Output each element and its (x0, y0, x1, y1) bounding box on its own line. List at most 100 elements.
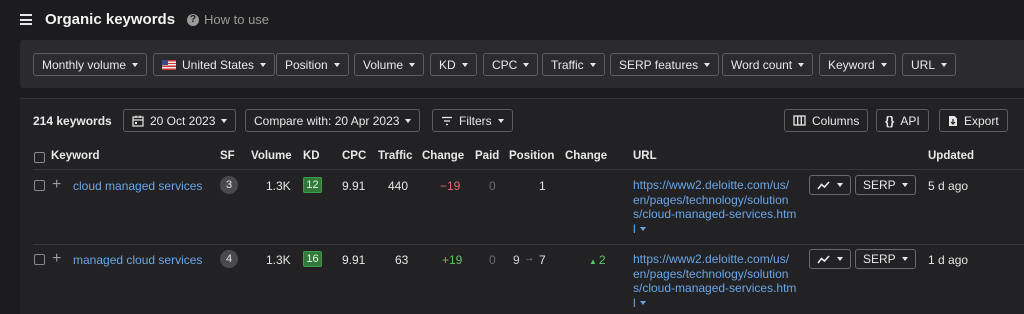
col-position[interactable]: Position (509, 150, 554, 162)
chevron-down-icon (523, 62, 530, 67)
api-button[interactable]: {} API (876, 109, 929, 132)
date-picker[interactable]: 20 Oct 2023 (123, 109, 237, 132)
filter-label: URL (911, 57, 936, 72)
col-volume[interactable]: Volume (251, 150, 292, 162)
filter-icon (441, 116, 453, 126)
help-icon: ? (187, 13, 199, 26)
add-keyword-icon[interactable]: + (52, 251, 61, 267)
export-icon (948, 115, 958, 127)
compare-picker[interactable]: Compare with: 20 Apr 2023 (245, 109, 421, 132)
col-url[interactable]: URL (633, 150, 657, 162)
table-header: Keyword SF Volume KD CPC Traffic Change … (20, 145, 1024, 169)
filter-label: Position (285, 57, 328, 72)
chevron-down-icon (589, 62, 596, 67)
results-toolbar: 214 keywords 20 Oct 2023 Compare with: 2… (20, 99, 1024, 143)
serp-features-count[interactable]: 4 (220, 250, 238, 268)
position-history-button[interactable] (809, 175, 851, 195)
select-all-checkbox[interactable] (34, 152, 45, 163)
filter-label: Keyword (828, 57, 875, 72)
braces-icon: {} (885, 113, 895, 128)
position-from-value: 9 (513, 253, 520, 267)
row-checkbox[interactable] (34, 180, 45, 191)
chevron-down-icon (880, 62, 887, 67)
chevron-down-icon (901, 257, 908, 261)
paid-value: 0 (489, 179, 496, 193)
columns-button[interactable]: Columns (784, 109, 869, 132)
col-kd[interactable]: KD (303, 150, 320, 162)
col-traffic[interactable]: Traffic (378, 150, 413, 162)
url-line: en/pages/technology/solution (633, 192, 789, 207)
serp-label: SERP (863, 178, 896, 192)
filter-volume[interactable]: Volume (354, 53, 425, 76)
date-label: 20 Oct 2023 (150, 113, 216, 128)
col-traffic-change[interactable]: Change (422, 150, 464, 162)
filter-bar: Monthly volume United States Position Vo… (20, 40, 1024, 88)
filter-word-count[interactable]: Word count (722, 53, 814, 76)
filter-kd[interactable]: KD (430, 53, 477, 76)
chevron-down-icon[interactable] (639, 301, 646, 306)
filters-label: Filters (459, 113, 492, 128)
filter-monthly-volume[interactable]: Monthly volume (33, 53, 148, 76)
keyword-link[interactable]: managed cloud services (73, 253, 202, 267)
chevron-down-icon (798, 62, 805, 67)
traffic-change-value: +19 (442, 253, 463, 267)
arrow-right-icon: → (524, 253, 534, 264)
row-checkbox[interactable] (34, 254, 45, 265)
updated-value: 1 d ago (928, 253, 969, 267)
filter-country[interactable]: United States (153, 53, 276, 76)
how-to-use-label: How to use (204, 12, 270, 27)
keyword-link[interactable]: cloud managed services (73, 179, 202, 193)
updated-value: 5 d ago (928, 179, 969, 193)
chevron-down-icon (461, 62, 468, 67)
col-sf[interactable]: SF (220, 150, 235, 162)
filter-keyword[interactable]: Keyword (819, 53, 896, 76)
serp-features-count[interactable]: 3 (220, 176, 238, 194)
position-history-button[interactable] (809, 249, 851, 269)
filter-position[interactable]: Position (276, 53, 349, 76)
how-to-use-link[interactable]: ? How to use (187, 12, 269, 27)
position-change-number: 2 (598, 253, 606, 267)
export-button[interactable]: Export (939, 109, 1008, 132)
kd-badge: 12 (303, 177, 322, 193)
add-keyword-icon[interactable]: + (52, 177, 61, 193)
calendar-icon (132, 115, 144, 127)
url-line: s/cloud-managed-services.htm (633, 207, 797, 221)
chevron-down-icon (837, 183, 843, 187)
col-updated[interactable]: Updated (928, 150, 974, 162)
page-title: Organic keywords (45, 11, 176, 28)
filter-cpc[interactable]: CPC (483, 53, 539, 76)
serp-button[interactable]: SERP (855, 249, 916, 269)
filter-traffic[interactable]: Traffic (542, 53, 605, 76)
api-label: API (900, 113, 920, 128)
url-line: l (633, 221, 636, 236)
col-paid[interactable]: Paid (475, 150, 499, 162)
url-line: en/pages/technology/solution (633, 266, 789, 281)
compare-label: Compare with: 20 Apr 2023 (254, 113, 400, 128)
chevron-down-icon (333, 62, 340, 67)
filter-label: KD (439, 57, 456, 72)
url-link[interactable]: https://www2.deloitte.com/us/ en/pages/t… (633, 252, 805, 310)
paid-value: 0 (489, 253, 496, 267)
url-line: l (633, 295, 636, 310)
chevron-down-icon[interactable] (639, 227, 646, 232)
chevron-down-icon (497, 118, 504, 123)
cpc-value: 9.91 (342, 179, 366, 193)
filter-serp-features[interactable]: SERP features (610, 53, 720, 76)
url-link[interactable]: https://www2.deloitte.com/us/ en/pages/t… (633, 178, 805, 236)
filter-label: Traffic (551, 57, 584, 72)
traffic-value: 63 (395, 253, 409, 267)
url-line: https://www2.deloitte.com/us/ (633, 178, 790, 192)
filters-button[interactable]: Filters (432, 109, 513, 132)
filter-label: Volume (363, 57, 404, 72)
chevron-down-icon (132, 62, 139, 67)
col-position-change[interactable]: Change (565, 150, 607, 162)
serp-button[interactable]: SERP (855, 175, 916, 195)
col-cpc[interactable]: CPC (342, 150, 366, 162)
filter-label: Monthly volume (42, 57, 127, 72)
url-line: https://www2.deloitte.com/us/ (633, 252, 790, 266)
menu-icon[interactable] (20, 14, 32, 25)
filter-url[interactable]: URL (902, 53, 957, 76)
page-header: Organic keywords ? How to use (0, 0, 1024, 40)
columns-label: Columns (812, 113, 860, 128)
col-keyword[interactable]: Keyword (51, 150, 100, 162)
